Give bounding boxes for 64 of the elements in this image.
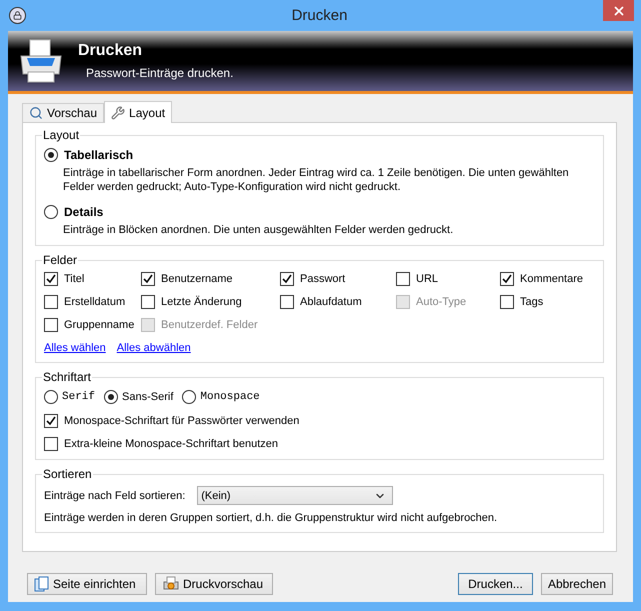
print-preview-icon	[162, 576, 180, 592]
tab[interactable]: Layout	[104, 101, 172, 123]
option-label: Extra-kleine Monospace-Schriftart benutzen	[64, 438, 278, 450]
checkbox[interactable]	[500, 272, 514, 286]
close-button[interactable]	[603, 0, 634, 21]
option-label: Tabellarisch	[64, 148, 134, 162]
group-title: Layout	[42, 128, 80, 142]
checkbox[interactable]	[500, 295, 514, 309]
field-label: Kommentare	[520, 273, 583, 285]
field-label: Passwort	[300, 273, 346, 285]
checkbox[interactable]	[44, 437, 58, 451]
field-label: URL	[416, 273, 438, 285]
checkbox[interactable]	[280, 272, 294, 286]
link[interactable]: Alles wählen	[44, 342, 106, 354]
banner-subtitle: Passwort-Einträge drucken.	[86, 66, 234, 80]
checkbox[interactable]	[280, 295, 294, 309]
page-setup-button[interactable]: Seite einrichten	[27, 573, 147, 595]
group-title: Sortieren	[42, 467, 93, 481]
group-title: Schriftart	[42, 370, 92, 384]
font-option-label: Monospace	[200, 391, 260, 403]
sort-dropdown[interactable]: (Kein)	[197, 486, 394, 505]
close-icon	[612, 4, 626, 18]
field-label: Letzte Änderung	[161, 296, 242, 308]
radio-button[interactable]	[44, 148, 58, 162]
dialog-button[interactable]: Abbrechen	[540, 573, 613, 595]
option-label: Monospace-Schriftart für Passwörter verwenden	[64, 415, 300, 427]
option-label: Details	[64, 205, 104, 219]
radio-button[interactable]	[104, 390, 118, 404]
group-title: Felder	[42, 253, 78, 267]
dialog-button[interactable]: Drucken...	[458, 573, 533, 595]
lock-icon	[9, 7, 26, 24]
field-label: Ablaufdatum	[300, 296, 362, 308]
field-label: Benutzername	[161, 273, 233, 285]
option-description: Einträge in Blöcken anordnen. Die unten ausgewählten Felder werden gedruckt.	[63, 223, 454, 237]
pages-icon	[34, 576, 50, 592]
radio-button[interactable]	[44, 390, 58, 404]
field-label: Tags	[520, 296, 544, 308]
printer-icon	[18, 38, 64, 84]
search-icon	[29, 106, 43, 120]
checkbox[interactable]	[44, 295, 58, 309]
checkbox[interactable]	[44, 414, 58, 428]
sort-label: Einträge nach Feld sortieren:	[44, 490, 186, 502]
field-label: Benutzerdef. Felder	[161, 319, 258, 331]
tab[interactable]: Vorschau	[22, 103, 104, 122]
sort-note: Einträge werden in deren Gruppen sortiert, d.h. die Gruppenstruktur wird nicht aufgebrochen.	[44, 512, 498, 524]
field-label: Gruppenname	[64, 319, 134, 331]
checkbox[interactable]	[44, 272, 58, 286]
print-preview-button[interactable]: Druckvorschau	[155, 573, 273, 595]
checkbox[interactable]	[141, 295, 155, 309]
option-description: Einträge in tabellarischer Form anordnen. Jeder Eintrag wird ca. 1 Zeile benötigen. Die unten gewählten Felder werden gedruckt; Auto-Type-Konfiguration wird nicht gedruckt.	[63, 166, 570, 194]
field-label: Erstelldatum	[64, 296, 126, 308]
banner-title: Drucken	[78, 42, 144, 60]
font-option-label: Sans-Serif	[122, 391, 174, 403]
link[interactable]: Alles abwählen	[116, 342, 191, 354]
window-title: Drucken	[290, 7, 348, 24]
checkbox[interactable]	[44, 318, 58, 332]
checkbox[interactable]	[396, 272, 410, 286]
radio-button[interactable]	[182, 390, 196, 404]
font-option-label: Serif	[62, 391, 96, 403]
checkbox[interactable]	[141, 272, 155, 286]
radio-button[interactable]	[44, 205, 58, 219]
wrench-icon	[111, 106, 126, 120]
field-label: Auto-Type	[416, 296, 466, 308]
field-label: Titel	[64, 273, 84, 285]
